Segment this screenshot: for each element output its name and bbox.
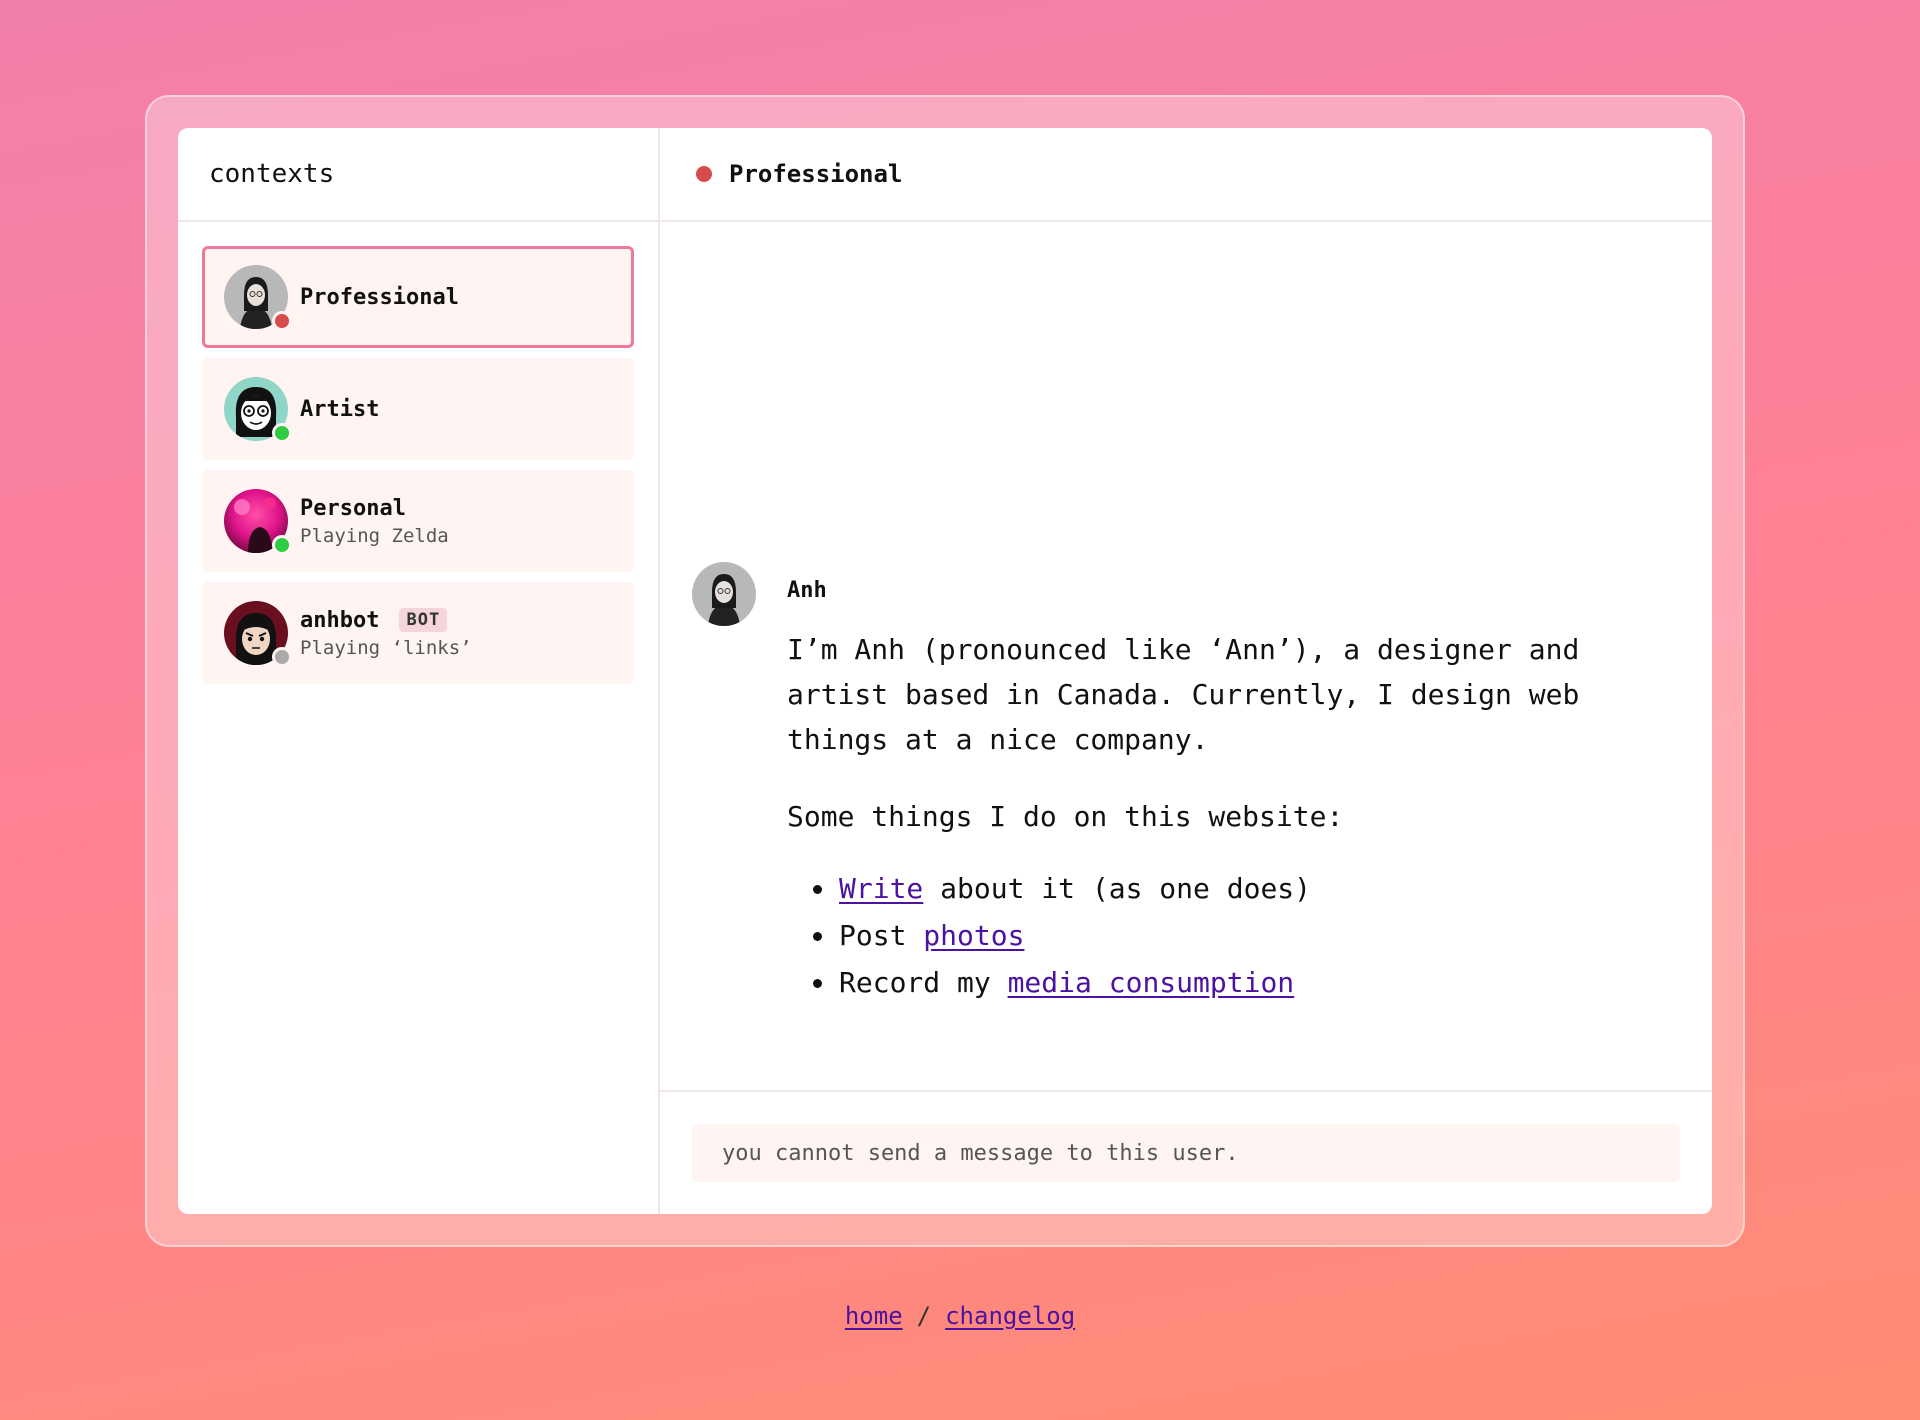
message-input-disabled: you cannot send a message to this user. [692,1124,1680,1182]
context-activity: Playing Zelda [300,524,449,547]
status-offline-icon [272,647,292,667]
footer-nav: home / changelog [0,1302,1920,1330]
status-online-icon [272,535,292,555]
channel-title: Professional [729,160,903,188]
context-item-professional[interactable]: Professional [202,246,634,348]
bot-badge: BOT [399,608,448,632]
photos-link[interactable]: photos [923,919,1024,952]
list-item-text: about it (as one does) [923,872,1312,905]
context-list: Professional Artist Personal Playing Zel… [178,222,658,684]
status-online-icon [272,423,292,443]
list-item-text: Post [839,919,924,952]
context-name: Professional [300,284,459,310]
message-paragraph: I’m Anh (pronounced like ‘Ann’), a desig… [787,633,1580,756]
anhbot-avatar-icon [224,601,292,667]
message-list: Write about it (as one does) Post photos… [787,865,1627,1006]
message-author: Anh [787,578,827,603]
chat-main: Professional Anh I’m Anh (pronounced lik… [660,128,1712,1214]
context-item-personal[interactable]: Personal Playing Zelda [202,470,634,572]
professional-avatar-icon [224,265,292,331]
context-name: Personal [300,495,406,521]
chat-window: contexts Professional Artist Personal Pl… [178,128,1712,1214]
context-item-artist[interactable]: Artist [202,358,634,460]
list-item: Post photos [813,912,1627,959]
footer-separator: / [916,1302,932,1330]
composer-area: you cannot send a message to this user. [660,1090,1712,1214]
changelog-link[interactable]: changelog [945,1302,1075,1330]
status-busy-icon [696,166,712,182]
write-link[interactable]: Write [839,872,923,905]
list-item-text: Record my [839,966,1008,999]
author-avatar-icon [692,562,756,626]
context-name: Artist [300,396,380,422]
list-item: Write about it (as one does) [813,865,1627,912]
artist-avatar-icon [224,377,292,443]
message-text: I’m Anh (pronounced like ‘Ann’), a desig… [787,627,1627,1006]
channel-header: Professional [660,128,1712,222]
contexts-sidebar: contexts Professional Artist Personal Pl… [178,128,660,1214]
sidebar-title: contexts [178,128,658,222]
personal-avatar-icon [224,489,292,555]
message-paragraph: Some things I do on this website: [787,800,1344,833]
status-busy-icon [272,311,292,331]
context-activity: Playing ‘links’ [300,636,472,659]
home-link[interactable]: home [845,1302,903,1330]
list-item: Record my media consumption [813,959,1627,1006]
message: Anh I’m Anh (pronounced like ‘Ann’), a d… [692,562,1627,1006]
context-name: anhbot [300,607,380,633]
context-item-anhbot[interactable]: anhbot BOT Playing ‘links’ [202,582,634,684]
media-consumption-link[interactable]: media consumption [1008,966,1295,999]
